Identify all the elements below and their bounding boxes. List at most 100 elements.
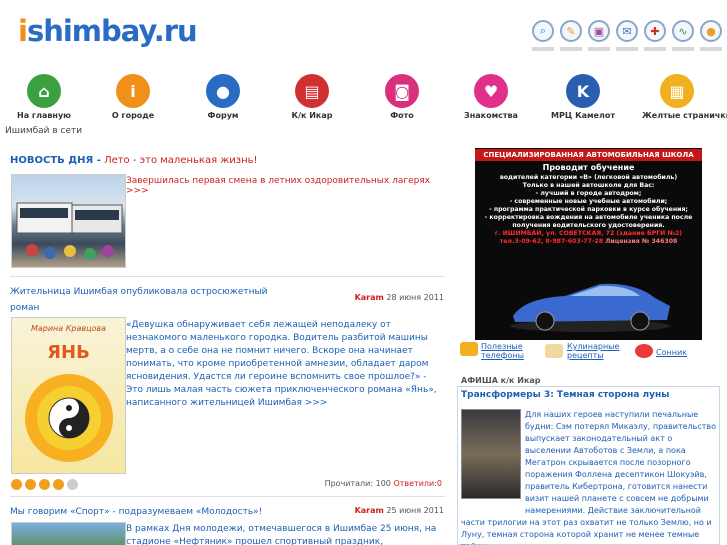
article-stats: Прочитали: 100 Ответили:0 <box>325 479 442 488</box>
link-dreams[interactable]: Сонник <box>656 348 687 357</box>
toolbar: ⌕ ✎ ▣ ✉ ✚ ∿ ● <box>532 20 722 42</box>
news-photo[interactable] <box>11 174 126 268</box>
article-meta: Karam 28 июня 2011 <box>355 293 444 302</box>
nav-dating[interactable]: ♥ Знакомства <box>456 74 526 120</box>
ad-line: - лучший в городе автодром; <box>535 190 642 197</box>
afisha-label: АФИША к/к Икар <box>461 376 541 385</box>
replies-label[interactable]: Ответили: <box>393 479 436 488</box>
nav-label: МРЦ Камелот <box>551 111 615 120</box>
book-cover[interactable]: Марина Кравцова ЯНЬ <box>11 317 126 474</box>
online-label: Ишимбай в сети <box>5 126 83 136</box>
heart-icon: ♥ <box>474 74 508 108</box>
sun-icon[interactable]: ● <box>700 20 722 42</box>
divider <box>10 276 445 277</box>
nav-label: Знакомства <box>464 111 518 120</box>
news-title[interactable]: Лето - это маленькая жизнь! <box>104 155 257 166</box>
article-body[interactable]: «Девушка обнаруживает себя лежащей непод… <box>126 319 444 410</box>
cover-author: Марина Кравцова <box>30 324 107 333</box>
rating-dot-filled[interactable] <box>25 479 36 490</box>
link-phones[interactable]: Полезные телефоны <box>481 342 524 360</box>
rating-dot-empty[interactable] <box>67 479 78 490</box>
nav-yellow-pages[interactable]: ▦ Желтые странички <box>642 74 727 120</box>
news-header[interactable]: НОВОСТЬ ДНЯ - Лето - это маленькая жизнь… <box>10 155 258 166</box>
nav-label: Фото <box>390 111 414 120</box>
rating-stars[interactable] <box>11 479 78 490</box>
rating-dot-filled[interactable] <box>11 479 22 490</box>
film-title[interactable]: Трансформеры 3: Темная сторона луны <box>461 390 669 400</box>
logo-text: shimbay.ru <box>26 14 198 48</box>
nav-label: О городе <box>111 111 155 120</box>
nav-label: Форум <box>207 111 239 120</box>
ad-line: - корректировка вождения на автомобиле у… <box>484 214 693 221</box>
nav-cinema[interactable]: ▤ К/к Икар <box>277 74 347 120</box>
film-icon: ▤ <box>295 74 329 108</box>
logo-i: i <box>18 14 28 48</box>
link-label: Полезные <box>481 342 523 351</box>
link-label: Кулинарные <box>567 342 620 351</box>
reads-label: Прочитали: <box>324 479 374 488</box>
article-meta: Karam 25 июня 2011 <box>355 506 444 515</box>
plus-icon[interactable]: ✚ <box>644 20 666 42</box>
article-author[interactable]: Karam <box>355 506 384 515</box>
link-recipes[interactable]: Кулинарные рецепты <box>567 342 619 360</box>
link-label: телефоны <box>481 351 524 360</box>
site-logo[interactable]: ishimbay.ru <box>18 14 198 48</box>
nav-photo[interactable]: ◙ Фото <box>367 74 437 120</box>
ad-phones: тел.3-09-62, 8-987-603-77-28 <box>499 238 604 245</box>
cover-title: ЯНЬ <box>47 342 90 363</box>
mail-icon[interactable]: ✉ <box>616 20 638 42</box>
nav-label: На главную <box>17 111 71 120</box>
nav-camelot[interactable]: K МРЦ Камелот <box>548 74 618 120</box>
sun-yinyang-image <box>25 374 113 462</box>
car-image <box>510 283 670 332</box>
phone-icon <box>460 342 478 356</box>
article-author[interactable]: Karam <box>355 293 384 302</box>
forum-icon: ● <box>206 74 240 108</box>
food-icon <box>545 344 563 358</box>
article-photo[interactable] <box>11 522 126 545</box>
divider <box>10 496 445 497</box>
useful-links: Полезные телефоны Кулинарные рецепты Сонни… <box>460 340 725 370</box>
ad-line: водителей категории «В» (легковой автомо… <box>499 174 678 181</box>
ad-title: СПЕЦИАЛИЗИРОВАННАЯ АВТОМОБИЛЬНАЯ ШКОЛА <box>475 149 702 161</box>
main-nav: ⌂ На главную i О городе ● Форум ▤ К/к Ик… <box>0 74 727 124</box>
replies-count[interactable]: 0 <box>437 479 442 488</box>
nav-label: К/к Икар <box>291 111 333 120</box>
article-body[interactable]: В рамках Дня молодежи, отмечавшегося в И… <box>126 523 444 545</box>
ad-line: - современные новые учебные автомобили; <box>509 198 668 205</box>
article-date: 28 июня 2011 <box>386 293 444 302</box>
film-card[interactable]: Трансформеры 3: Темная сторона луны Для … <box>457 386 720 545</box>
pages-icon: ▦ <box>660 74 694 108</box>
ad-line: - программа практической парковки в курс… <box>489 206 688 213</box>
ad-license: Лицензия № 346308 <box>605 238 678 245</box>
film-description: Для наших героев наступили печальные буд… <box>461 410 717 545</box>
nav-home[interactable]: ⌂ На главную <box>9 74 79 120</box>
link-label: рецепты <box>567 351 604 360</box>
nav-about-city[interactable]: i О городе <box>98 74 168 120</box>
ad-lead: Проводит обучение <box>542 163 635 172</box>
home-icon: ⌂ <box>27 74 61 108</box>
bus-photo-image <box>16 202 123 260</box>
article-title[interactable]: Жительница Ишимбая опубликовала остросюж… <box>10 284 290 316</box>
reads-count: 100 <box>375 479 391 488</box>
camelot-icon: K <box>566 74 600 108</box>
ad-line: получения водительского удостоверения. <box>512 222 665 229</box>
article-title[interactable]: Мы говорим «Спорт» - подразумеваем «Моло… <box>10 504 310 520</box>
news-kicker: НОВОСТЬ ДНЯ - <box>10 155 101 166</box>
chart-icon[interactable]: ∿ <box>672 20 694 42</box>
rating-dot-filled[interactable] <box>53 479 64 490</box>
dream-icon <box>635 344 653 358</box>
edit-icon[interactable]: ▣ <box>588 20 610 42</box>
ad-address: г. ИШИМБАЙ, ул. СОВЕТСКАЯ, 72 (здание БР… <box>494 230 683 237</box>
nav-label: Желтые странички <box>642 111 727 120</box>
camera-icon: ◙ <box>385 74 419 108</box>
search-icon[interactable]: ⌕ <box>532 20 554 42</box>
news-summary[interactable]: Завершилась первая смена в летних оздоро… <box>126 176 446 196</box>
nav-forum[interactable]: ● Форум <box>188 74 258 120</box>
article-date: 25 июня 2011 <box>386 506 444 515</box>
tools-icon[interactable]: ✎ <box>560 20 582 42</box>
info-icon: i <box>116 74 150 108</box>
driving-school-ad[interactable]: СПЕЦИАЛИЗИРОВАННАЯ АВТОМОБИЛЬНАЯ ШКОЛА П… <box>475 148 702 340</box>
toolbar-underline <box>532 47 722 51</box>
rating-dot-filled[interactable] <box>39 479 50 490</box>
